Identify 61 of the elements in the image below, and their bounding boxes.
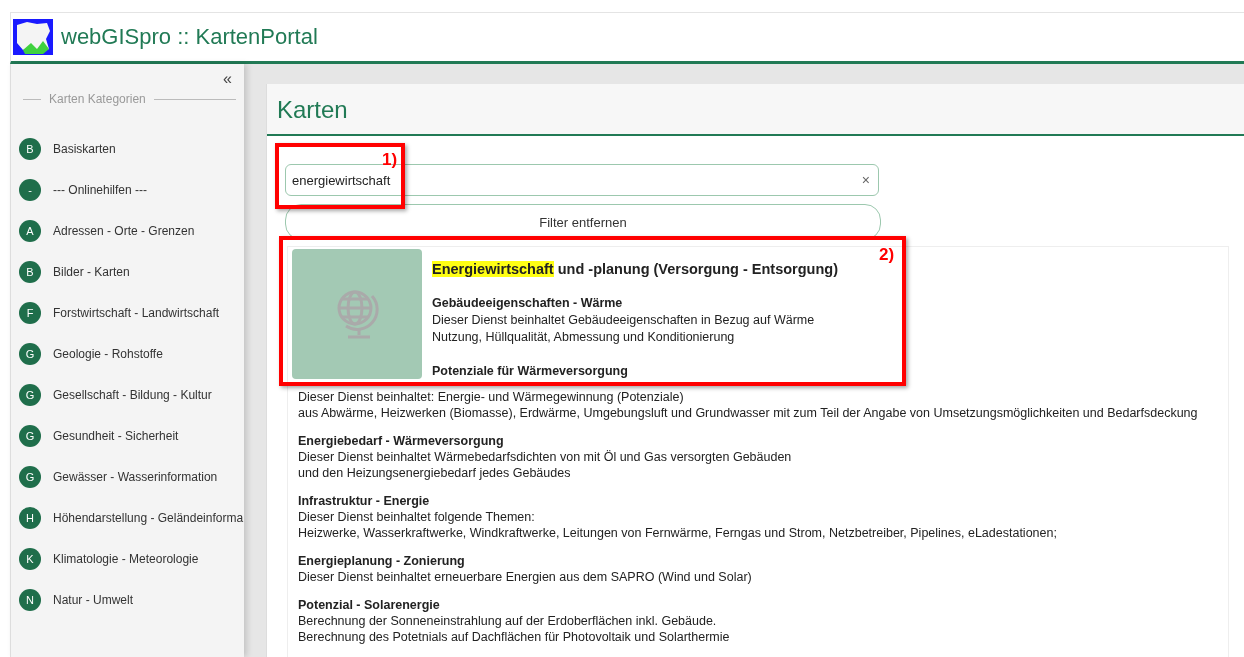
category-item[interactable]: G Geologie - Rohstoffe: [11, 333, 244, 374]
category-item[interactable]: N Natur - Umwelt: [11, 579, 244, 620]
category-label: Adressen - Orte - Grenzen: [53, 223, 195, 238]
category-label: Bilder - Karten: [53, 264, 130, 279]
service-title: Energieplanung - Zonierung: [298, 553, 466, 569]
service-description: Dieser Dienst beinhaltet: Energie- und Wärmegewinnung (Potenziale): [298, 389, 685, 405]
letter-badge: G: [19, 383, 41, 406]
category-item[interactable]: H Höhendarstellung - Geländeinforma: [11, 497, 244, 538]
service-title: Potenzial - Solarenergie: [298, 597, 441, 613]
category-label: Höhendarstellung - Geländeinforma: [53, 510, 244, 525]
service-description: Dieser Dienst beinhaltet erneuerbare Energien aus dem SAPRO (Wind und Solar): [298, 569, 753, 585]
service-title: Potenziale für Wärmeversorgung: [432, 363, 629, 380]
service-description: Dieser Dienst beinhaltet Gebäudeeigenschaften in Bezug auf Wärme: [432, 312, 816, 329]
letter-badge: G: [19, 424, 41, 447]
section-heading: Karten Kategorien: [49, 92, 146, 106]
category-item[interactable]: - --- Onlinehilfen ---: [11, 169, 244, 210]
service-description: Berechnung des Potetnials auf Dachflächen für Photovoltaik und Solarthermie: [298, 629, 731, 645]
service-description: Berechnung der Sonneneinstrahlung auf der Erdoberflächen inkl. Gebäude.: [298, 613, 718, 629]
letter-badge: H: [19, 506, 41, 529]
category-item[interactable]: G Gewässer - Wasserinformation: [11, 456, 244, 497]
category-item[interactable]: G Gesundheit - Sicherheit: [11, 415, 244, 456]
logo-icon: [13, 19, 53, 55]
collapse-button[interactable]: «: [223, 70, 232, 88]
service-description: Nutzung, Hüllqualität, Abmessung und Konditionierung: [432, 329, 736, 346]
result-title[interactable]: Energiewirtschaft und -planung (Versorgung - Entsorgung): [432, 261, 838, 278]
category-label: Basiskarten: [53, 141, 116, 156]
annotation-label: 2): [879, 245, 895, 265]
category-item[interactable]: A Adressen - Orte - Grenzen: [11, 210, 244, 251]
category-label: Klimatologie - Meteorologie: [53, 551, 199, 566]
category-item[interactable]: B Bilder - Karten: [11, 251, 244, 292]
letter-badge: N: [19, 588, 41, 611]
category-item[interactable]: G Gesellschaft - Bildung - Kultur: [11, 374, 244, 415]
category-label: Gewässer - Wasserinformation: [53, 469, 218, 484]
service-description: aus Abwärme, Heizwerken (Biomasse), Erdwärme, Umgebungsluft und Grundwasser mit zum Teil der Angabe von Umsetzungsmöglichkeiten und Bedarfsdeckung: [298, 405, 1199, 421]
page-heading: Karten: [267, 84, 1244, 136]
letter-badge: B: [19, 137, 41, 160]
category-label: Forstwirtschaft - Landwirtschaft: [53, 305, 220, 320]
service-description: und den Heizungsenergiebedarf jedes Gebäudes: [298, 465, 572, 481]
letter-badge: F: [19, 301, 41, 324]
letter-badge: G: [19, 342, 41, 365]
letter-badge: B: [19, 260, 41, 283]
service-description: Heizwerke, Wasserkraftwerke, Windkraftwerke, Leitungen von Fernwärme, Ferngas und Strom, Netzbetreiber, Pipelines, eLadestationen;: [298, 525, 1058, 541]
category-item[interactable]: B Basiskarten: [11, 128, 244, 169]
category-item[interactable]: F Forstwirtschaft - Landwirtschaft: [11, 292, 244, 333]
service-title: Infrastruktur - Energie: [298, 493, 431, 509]
service-title: Gebäudeeigenschaften - Wärme: [432, 295, 624, 312]
category-label: Gesellschaft - Bildung - Kultur: [53, 387, 212, 402]
service-description: Dieser Dienst beinhaltet folgende Themen:: [298, 509, 536, 525]
category-label: Geologie - Rohstoffe: [53, 346, 163, 361]
category-label: Natur - Umwelt: [53, 592, 133, 607]
service-description: Dieser Dienst beinhaltet Wärmebedarfsdichten von mit Öl und Gas versorgten Gebäuden: [298, 449, 793, 465]
letter-badge: -: [19, 178, 41, 201]
letter-badge: G: [19, 465, 41, 488]
clear-button[interactable]: ×: [861, 172, 870, 188]
category-item[interactable]: K Klimatologie - Meteorologie: [11, 538, 244, 579]
category-label: --- Onlinehilfen ---: [53, 182, 148, 197]
category-label: Gesundheit - Sicherheit: [53, 428, 179, 443]
service-title: Energiebedarf - Wärmeversorgung: [298, 433, 505, 449]
letter-badge: A: [19, 219, 41, 242]
app-title: webGISpro :: KartenPortal: [61, 24, 318, 50]
letter-badge: K: [19, 547, 41, 570]
